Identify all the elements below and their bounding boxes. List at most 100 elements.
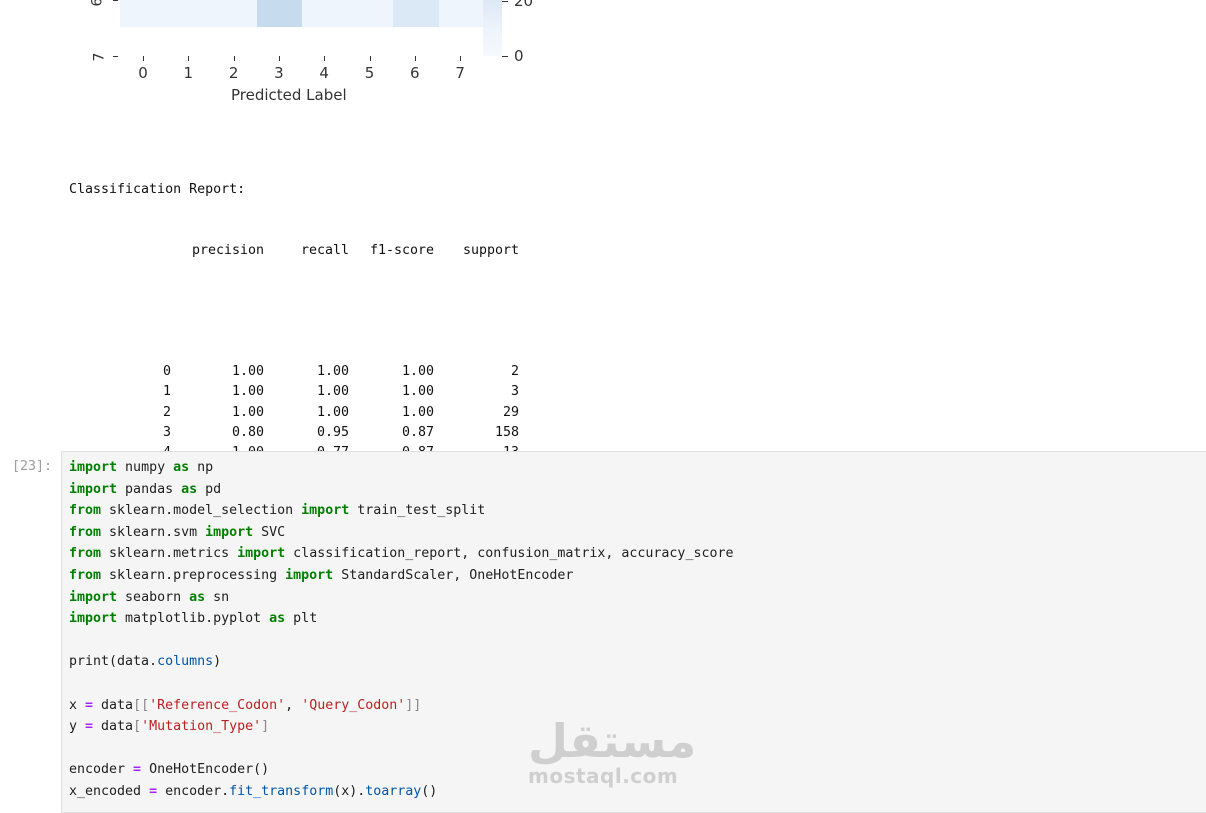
header-f1: f1-score: [369, 243, 434, 258]
row-label-7: 7: [91, 52, 108, 62]
colorbar-tick-20: [502, 1, 508, 2]
x-tick-mark: [324, 56, 326, 61]
code-token: [: [133, 719, 142, 735]
row-label: 2: [162, 404, 171, 420]
code-token: import: [69, 460, 118, 475]
code-token: x_encoded: [69, 783, 150, 799]
code-token: from: [69, 546, 102, 562]
x-tick-mark: [369, 56, 371, 61]
code-token: sn: [205, 589, 230, 605]
watermark-arabic: مستقل: [528, 714, 697, 768]
x-tick-mark: [143, 56, 144, 61]
precision-value: 1.00: [231, 364, 264, 380]
code-token: StandardScaler, OneHotEncoder: [333, 567, 574, 583]
code-token: import: [69, 589, 118, 605]
mostaql-watermark: مستقل mostaql.com: [528, 714, 697, 788]
code-line: from sklearn.preprocessing import Standa…: [69, 565, 733, 587]
code-token: import: [285, 567, 334, 583]
support-value: 3: [510, 384, 519, 400]
code-token: ]: [261, 719, 270, 735]
f1-value: 1.00: [401, 384, 434, 400]
code-token: columns: [157, 654, 214, 670]
code-token: pandas: [117, 481, 182, 497]
heatmap-cell: [347, 0, 393, 27]
x-tick-mark: [460, 56, 462, 61]
report-title: Classification Report:: [69, 182, 246, 198]
code-token: import: [205, 524, 254, 540]
report-row: 2 1.00 1.00 1.00 29: [69, 403, 519, 423]
code-line: x = data[['Reference_Codon', 'Query_Codo…: [69, 695, 733, 717]
confusion-matrix-heatmap: 6 7 0 1 2 3 4 5 6 7 Predicted Label 20 0: [0, 0, 560, 110]
code-token: =: [133, 762, 142, 778]
row-label: 0: [162, 364, 171, 380]
code-token: import: [69, 481, 118, 497]
row-label-6: 6: [89, 0, 106, 7]
support-value: 158: [494, 424, 519, 440]
colorbar-tick-0: [502, 56, 508, 57]
colorbar-label-20: 20: [514, 0, 534, 10]
code-token: 'Reference_Codon': [149, 697, 286, 713]
heatmap-cell: [302, 0, 348, 27]
code-token: from: [69, 567, 102, 583]
support-value: 29: [502, 404, 519, 420]
header-recall: recall: [300, 243, 349, 258]
code-token: np: [189, 460, 214, 475]
code-token: (x).: [333, 783, 366, 799]
heatmap-cell: [211, 0, 257, 27]
code-line: from sklearn.metrics import classificati…: [69, 543, 733, 565]
precision-value: 0.80: [231, 424, 264, 440]
code-token: data: [93, 719, 134, 735]
f1-value: 1.00: [401, 364, 434, 380]
x-tick-label: 1: [183, 64, 194, 82]
colorbar-label-0: 0: [514, 47, 524, 65]
report-header-row: precision recall f1-score support: [69, 241, 519, 261]
code-token: as: [181, 481, 198, 497]
code-token: as: [269, 611, 286, 627]
x-tick-mark: [233, 56, 235, 61]
watermark-latin: mostaql.com: [528, 764, 679, 788]
x-tick-label: 3: [274, 64, 284, 82]
support-value: 2: [510, 364, 519, 380]
code-line: import matplotlib.pyplot as plt: [69, 608, 733, 630]
code-token: =: [85, 697, 94, 713]
code-token: y: [69, 719, 86, 735]
code-token: ]]: [405, 697, 422, 713]
code-line: from sklearn.model_selection import trai…: [69, 500, 733, 522]
code-line: import numpy as np: [69, 457, 733, 479]
recall-value: 1.00: [316, 364, 349, 380]
code-token: pd: [197, 481, 222, 497]
heatmap-cell: [393, 0, 439, 27]
code-token: x: [69, 697, 86, 713]
recall-value: 1.00: [316, 404, 349, 420]
code-line: print(data.columns): [69, 651, 733, 673]
code-token: ,: [285, 697, 302, 713]
code-token: sklearn.metrics: [101, 546, 238, 562]
x-tick-label: 2: [228, 64, 239, 82]
code-token: import: [301, 503, 350, 519]
row-tick-6: [113, 0, 118, 1]
code-token: 'Query_Codon': [301, 697, 406, 713]
code-token: toarray: [365, 783, 422, 799]
x-tick-label: 4: [319, 64, 329, 82]
code-token: 'Mutation_Type': [141, 719, 262, 735]
heatmap-cell: [256, 0, 302, 27]
row-tick-7: [113, 56, 118, 57]
code-token: =: [85, 719, 94, 735]
code-token: OneHotEncoder(): [141, 762, 270, 778]
code-line: import seaborn as sn: [69, 587, 733, 609]
code-token: matplotlib.pyplot: [117, 611, 270, 627]
code-token: fit_transform: [229, 783, 334, 799]
x-axis-label: Predicted Label: [231, 86, 347, 104]
code-token: (): [421, 783, 438, 799]
code-token: numpy: [117, 460, 174, 475]
code-token: import: [237, 546, 286, 562]
recall-value: 0.95: [316, 424, 349, 440]
code-token: encoder: [69, 762, 134, 778]
code-token: as: [189, 589, 206, 605]
header-support: support: [462, 243, 519, 258]
code-line: from sklearn.svm import SVC: [69, 522, 733, 544]
x-tick-label: 0: [138, 64, 148, 82]
code-token: as: [173, 460, 190, 475]
